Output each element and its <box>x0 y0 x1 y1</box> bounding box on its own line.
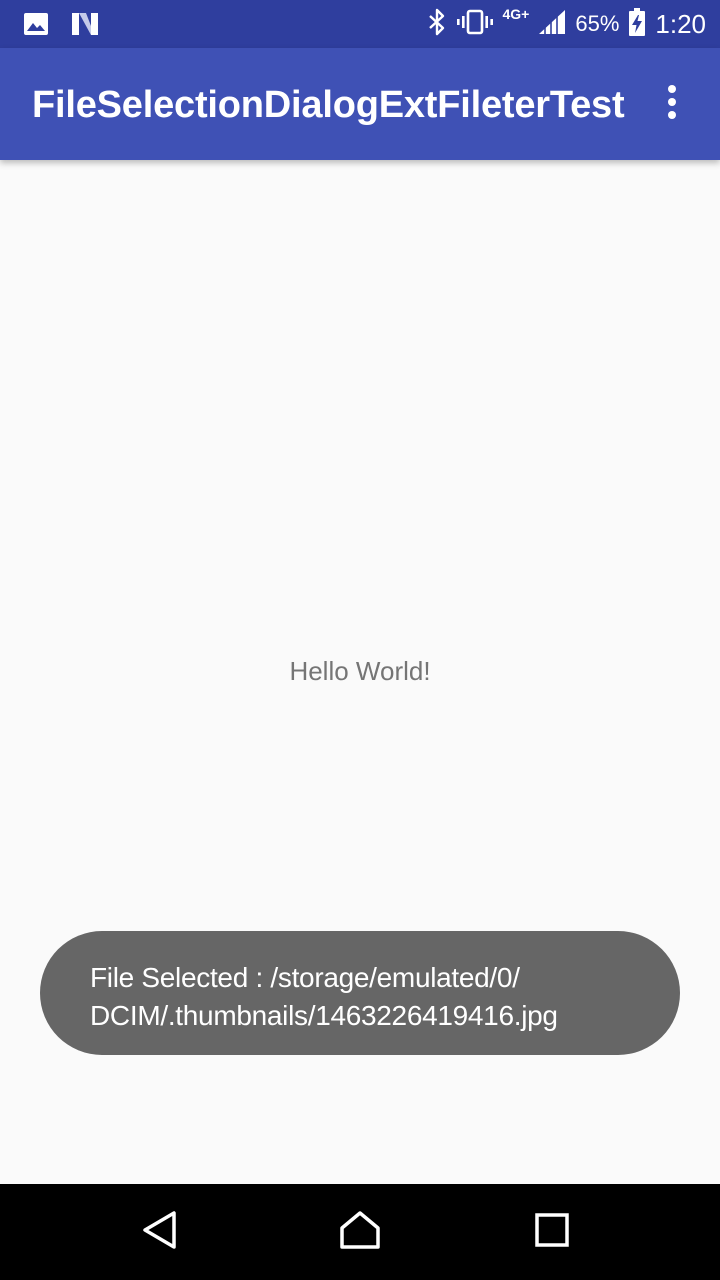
image-icon <box>22 10 50 43</box>
bluetooth-icon <box>426 8 448 41</box>
app-bar: FileSelectionDialogExtFileterTest <box>0 48 720 160</box>
home-icon <box>339 1210 381 1255</box>
toast-line-2: DCIM/.thumbnails/1463226419416.jpg <box>90 1000 558 1031</box>
app-title: FileSelectionDialogExtFileterTest <box>32 84 625 126</box>
recents-icon <box>534 1212 570 1253</box>
toast-message: File Selected : /storage/emulated/0/ DCI… <box>40 931 680 1055</box>
signal-icon <box>537 8 567 41</box>
status-bar-system: 4G+ 65% 1:20 <box>426 0 706 48</box>
home-button[interactable] <box>336 1208 384 1256</box>
back-icon <box>140 1210 180 1255</box>
vibrate-icon <box>456 8 494 41</box>
network-type-label: 4G+ <box>502 6 530 22</box>
toast-line-1: File Selected : /storage/emulated/0/ <box>90 962 520 993</box>
recents-button[interactable] <box>528 1208 576 1256</box>
hello-text: Hello World! <box>289 656 431 686</box>
battery-percent: 65% <box>575 11 620 36</box>
n-icon <box>70 10 100 43</box>
status-bar-notifications <box>22 10 100 43</box>
back-button[interactable] <box>136 1208 184 1256</box>
overflow-menu-button[interactable] <box>652 84 692 124</box>
status-bar: 4G+ 65% 1:20 <box>0 0 720 48</box>
battery-charging-icon <box>627 7 647 42</box>
clock: 1:20 <box>655 9 706 39</box>
navigation-bar <box>0 1184 720 1280</box>
more-vert-icon <box>666 84 678 125</box>
